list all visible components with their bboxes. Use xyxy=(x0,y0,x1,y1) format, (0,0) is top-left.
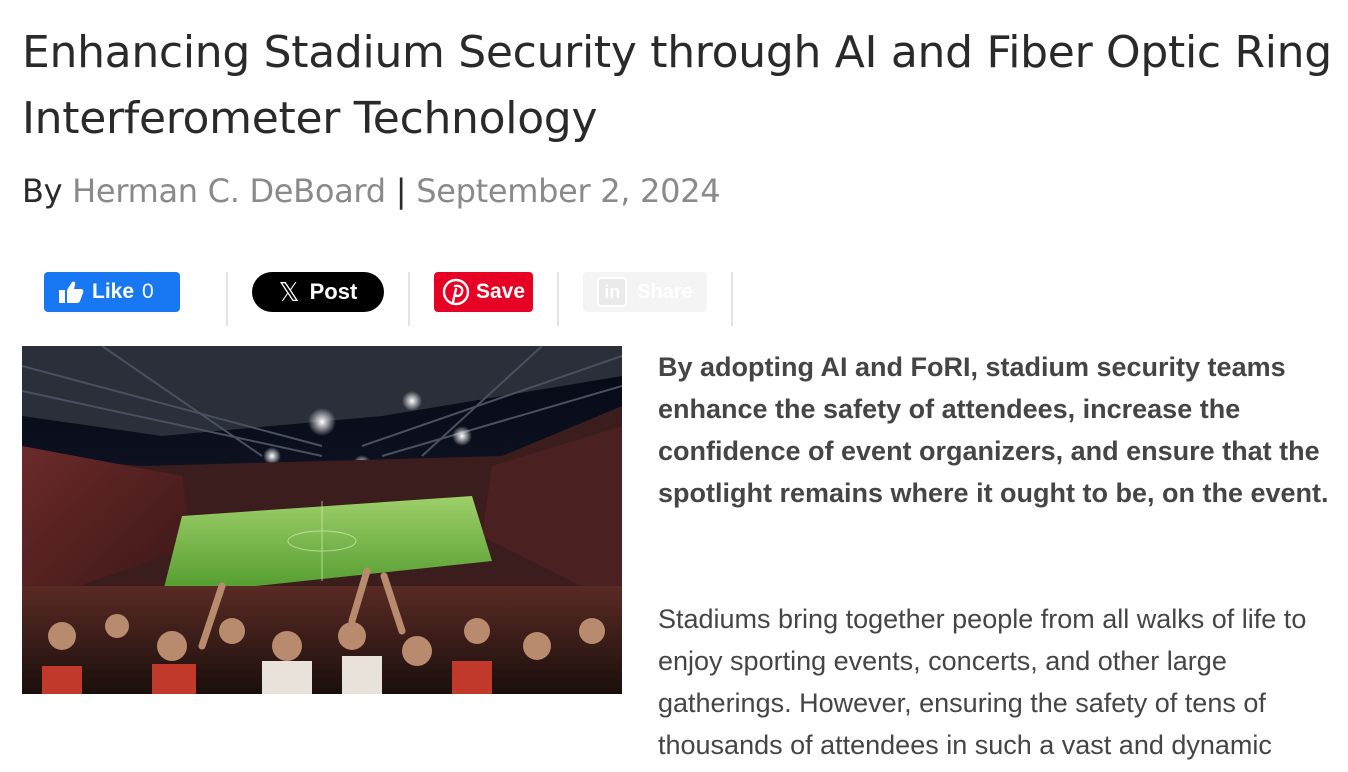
share-label: Share xyxy=(637,280,693,303)
divider xyxy=(557,272,559,326)
save-label: Save xyxy=(475,280,526,303)
divider xyxy=(731,272,733,326)
social-share-bar: Like 0 𝕏 Post Save in Share xyxy=(0,266,760,328)
divider xyxy=(226,272,228,326)
like-label: Like xyxy=(92,280,135,303)
divider xyxy=(408,272,410,326)
post-label: Post xyxy=(309,279,358,304)
byline-separator: | xyxy=(395,172,407,210)
thumbs-up-icon xyxy=(59,281,84,303)
stadium-crowd-photo xyxy=(22,346,622,694)
publish-date: September 2, 2024 xyxy=(416,172,721,210)
article-lead: By adopting AI and FoRI, stadium securit… xyxy=(658,352,1329,508)
article-paragraph: Stadiums bring together people from all … xyxy=(658,604,1307,760)
article-byline: By Herman C. DeBoard | September 2, 2024 xyxy=(22,168,721,214)
pinterest-logo-icon xyxy=(442,278,470,306)
author-link[interactable]: Herman C. DeBoard xyxy=(72,172,386,210)
article-title: Enhancing Stadium Security through AI an… xyxy=(22,27,1332,144)
facebook-like-button[interactable]: Like 0 xyxy=(44,272,180,312)
linkedin-logo-icon: in xyxy=(597,277,628,307)
linkedin-share-button[interactable]: in Share xyxy=(583,272,707,312)
pinterest-save-button[interactable]: Save xyxy=(434,272,533,312)
x-logo-icon: 𝕏 xyxy=(278,277,300,307)
like-count: 0 xyxy=(142,280,154,303)
byline-prefix: By xyxy=(22,172,63,210)
x-post-button[interactable]: 𝕏 Post xyxy=(252,272,384,312)
